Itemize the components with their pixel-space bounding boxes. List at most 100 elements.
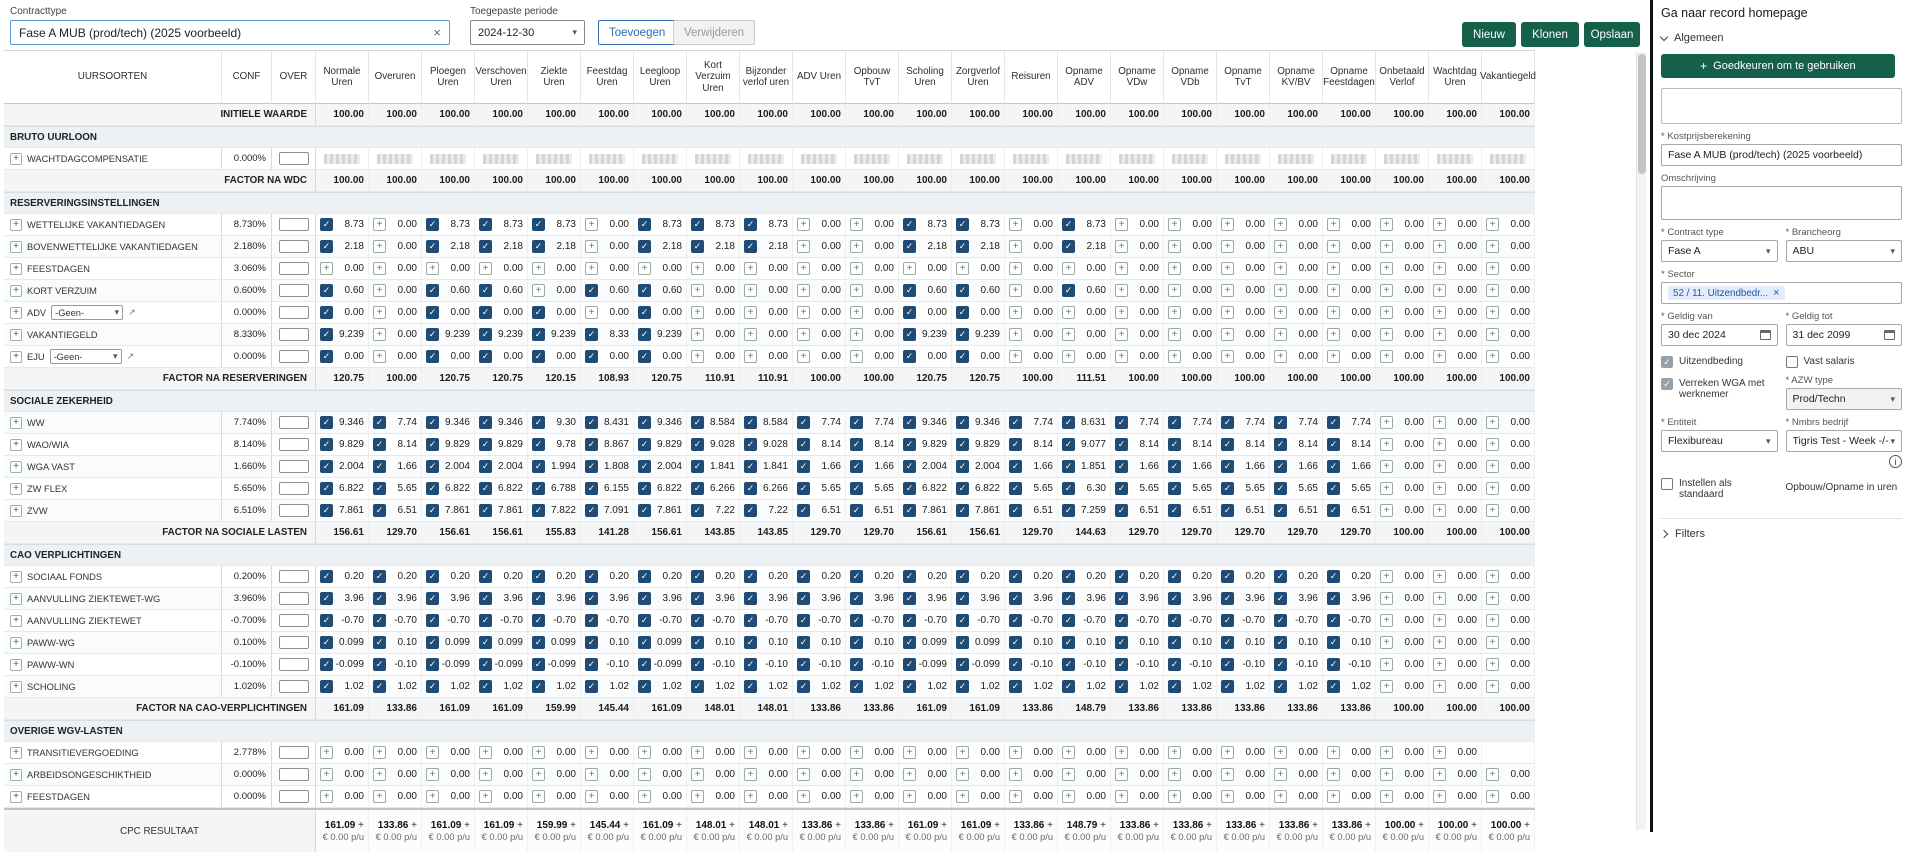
checkbox-plus-icon[interactable]: + — [1168, 350, 1181, 363]
checkbox-plus-icon[interactable]: + — [585, 218, 598, 231]
uitzendbeding-checkbox-row[interactable]: ✓ Uitzendbeding — [1661, 356, 1778, 368]
checkbox-plus-icon[interactable]: + — [1433, 416, 1446, 429]
checkbox-checked-icon[interactable]: ✓ — [373, 614, 386, 627]
checkbox-checked-icon[interactable]: ✓ — [956, 570, 969, 583]
checkbox-plus-icon[interactable]: + — [585, 240, 598, 253]
checkbox-plus-icon[interactable]: + — [1380, 328, 1393, 341]
checkbox-plus-icon[interactable]: + — [797, 746, 810, 759]
checkbox-plus-icon[interactable]: + — [1433, 504, 1446, 517]
checkbox-checked-icon[interactable]: ✓ — [797, 592, 810, 605]
expand-row-icon[interactable]: + — [10, 417, 22, 429]
checkbox-plus-icon[interactable]: + — [426, 262, 439, 275]
checkbox-checked-icon[interactable]: ✓ — [320, 416, 333, 429]
checkbox-plus-icon[interactable]: + — [1380, 658, 1393, 671]
checkbox-checked-icon[interactable]: ✓ — [1221, 658, 1234, 671]
checkbox-checked-icon[interactable]: ✓ — [1009, 438, 1022, 451]
checkbox-plus-icon[interactable]: + — [373, 790, 386, 803]
checkbox-checked-icon[interactable]: ✓ — [426, 416, 439, 429]
checkbox-plus-icon[interactable]: + — [691, 328, 704, 341]
checkbox-checked-icon[interactable]: ✓ — [903, 658, 916, 671]
checkbox-plus-icon[interactable]: + — [1433, 636, 1446, 649]
checkbox-checked-icon[interactable]: ✓ — [1327, 680, 1340, 693]
expand-row-icon[interactable]: + — [10, 505, 22, 517]
checkbox-checked-icon[interactable]: ✓ — [1327, 438, 1340, 451]
checkbox-plus-icon[interactable]: + — [797, 790, 810, 803]
checkbox-checked-icon[interactable]: ✓ — [903, 482, 916, 495]
checkbox-checked-icon[interactable]: ✓ — [373, 482, 386, 495]
checkbox-checked-icon[interactable]: ✓ — [320, 218, 333, 231]
checkbox-plus-icon[interactable]: + — [1486, 284, 1499, 297]
checkbox-plus-icon[interactable]: + — [850, 350, 863, 363]
checkbox-plus-icon[interactable]: + — [691, 746, 704, 759]
checkbox-checked-icon[interactable]: ✓ — [426, 306, 439, 319]
checkbox-checked-icon[interactable]: ✓ — [797, 416, 810, 429]
checkbox-checked-icon[interactable]: ✓ — [426, 240, 439, 253]
checkbox-checked-icon[interactable]: ✓ — [956, 438, 969, 451]
checkbox-checked-icon[interactable]: ✓ — [903, 438, 916, 451]
checkbox-checked-icon[interactable]: ✓ — [426, 570, 439, 583]
override-input[interactable] — [279, 592, 309, 605]
checkbox-plus-icon[interactable]: + — [744, 746, 757, 759]
checkbox-plus-icon[interactable]: + — [797, 306, 810, 319]
checkbox-plus-icon[interactable]: + — [850, 262, 863, 275]
verreken-wga-checkbox-row[interactable]: ✓ Verreken WGA met werknemer — [1661, 378, 1778, 410]
checkbox-checked-icon[interactable]: ✓ — [585, 350, 598, 363]
checkbox-checked-icon[interactable]: ✓ — [744, 636, 757, 649]
checkbox-checked-icon[interactable]: ✓ — [903, 592, 916, 605]
checkbox-checked-icon[interactable]: ✓ — [532, 240, 545, 253]
checkbox-checked-icon[interactable]: ✓ — [1062, 460, 1075, 473]
checkbox-checked-icon[interactable]: ✓ — [479, 680, 492, 693]
checkbox-checked-icon[interactable]: ✓ — [638, 328, 651, 341]
expand-row-icon[interactable]: + — [10, 593, 22, 605]
checkbox-checked-icon[interactable]: ✓ — [426, 592, 439, 605]
checkbox-plus-icon[interactable]: + — [1486, 416, 1499, 429]
checkbox-plus-icon[interactable]: + — [1380, 218, 1393, 231]
checkbox-checked-icon[interactable]: ✓ — [850, 592, 863, 605]
checkbox-plus-icon[interactable]: + — [1433, 350, 1446, 363]
checkbox-plus-icon[interactable]: + — [1274, 218, 1287, 231]
checkbox-checked-icon[interactable]: ✓ — [1168, 636, 1181, 649]
checkbox-checked-icon[interactable]: ✓ — [373, 504, 386, 517]
checkbox-checked-icon[interactable]: ✓ — [691, 438, 704, 451]
geldig-tot-input[interactable]: 31 dec 2099 — [1786, 324, 1903, 346]
expand-row-icon[interactable]: + — [10, 483, 22, 495]
checkbox-plus-icon[interactable]: + — [638, 262, 651, 275]
checkbox-checked-icon[interactable]: ✓ — [638, 592, 651, 605]
checkbox-plus-icon[interactable]: + — [638, 746, 651, 759]
checkbox-checked-icon[interactable]: ✓ — [1115, 614, 1128, 627]
info-icon[interactable]: i — [1889, 455, 1902, 468]
checkbox-plus-icon[interactable]: + — [1327, 350, 1340, 363]
checkbox-checked-icon[interactable]: ✓ — [532, 504, 545, 517]
checkbox-checked-icon[interactable]: ✓ — [1327, 416, 1340, 429]
checkbox-checked-icon[interactable]: ✓ — [1221, 416, 1234, 429]
checkbox-checked-icon[interactable]: ✓ — [320, 438, 333, 451]
checkbox-checked-icon[interactable]: ✓ — [1062, 592, 1075, 605]
checkbox-plus-icon[interactable]: + — [1115, 218, 1128, 231]
checkbox-plus-icon[interactable]: + — [585, 262, 598, 275]
external-link-icon[interactable]: ↗ — [127, 351, 135, 362]
checkbox-checked-icon[interactable]: ✓ — [797, 482, 810, 495]
calendar-icon[interactable] — [1884, 330, 1895, 340]
checkbox-checked-icon[interactable]: ✓ — [744, 658, 757, 671]
checkbox-checked-icon[interactable]: ✓ — [1062, 218, 1075, 231]
checkbox-checked-icon[interactable]: ✓ — [744, 680, 757, 693]
checkbox-plus-icon[interactable]: + — [1168, 328, 1181, 341]
checkbox-plus-icon[interactable]: + — [1274, 350, 1287, 363]
checkbox-checked-icon[interactable]: ✓ — [373, 680, 386, 693]
checkbox-checked-icon[interactable]: ✓ — [1168, 570, 1181, 583]
checkbox-plus-icon[interactable]: + — [320, 768, 333, 781]
checkbox-plus-icon[interactable]: + — [1433, 438, 1446, 451]
checkbox-plus-icon[interactable]: + — [1062, 746, 1075, 759]
checkbox-checked-icon[interactable]: ✓ — [956, 218, 969, 231]
checkbox-plus-icon[interactable]: + — [1433, 240, 1446, 253]
checkbox-plus-icon[interactable]: + — [1486, 350, 1499, 363]
checkbox-checked-icon[interactable]: ✓ — [1062, 240, 1075, 253]
checkbox-plus-icon[interactable]: + — [1380, 768, 1393, 781]
checkbox-plus-icon[interactable]: + — [1274, 262, 1287, 275]
checkbox-plus-icon[interactable]: + — [1009, 284, 1022, 297]
checkbox-checked-icon[interactable]: ✓ — [1009, 416, 1022, 429]
checkbox-plus-icon[interactable]: + — [1009, 350, 1022, 363]
checkbox-checked-icon[interactable]: ✓ — [479, 614, 492, 627]
checkbox-plus-icon[interactable]: + — [532, 746, 545, 759]
checkbox-checked-icon[interactable]: ✓ — [373, 658, 386, 671]
